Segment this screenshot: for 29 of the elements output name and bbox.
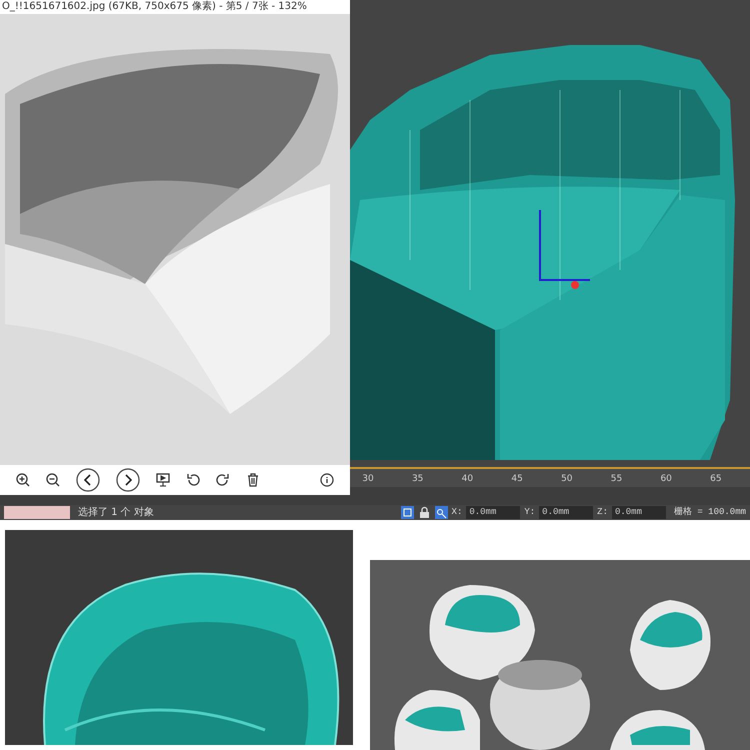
- window-title: O_!!1651671602.jpg (67KB, 750x675 像素) - 第5 / 7张 - 132%: [1, 0, 308, 14]
- status-swatch: [4, 506, 70, 519]
- coordinate-field[interactable]: 0.0mm: [612, 506, 666, 520]
- axis-label: Y:: [524, 506, 536, 519]
- delete-icon[interactable]: [246, 473, 260, 487]
- status-prompt: 选择了 1 个 对象: [78, 506, 154, 520]
- rotate-right-icon[interactable]: [216, 473, 230, 487]
- ruler-label: 40: [462, 473, 474, 486]
- lock-icon[interactable]: [418, 506, 431, 519]
- zoom-out-icon[interactable]: [46, 473, 60, 487]
- coordinate-field[interactable]: 0.0mm: [466, 506, 520, 520]
- zoom-in-icon[interactable]: [16, 473, 30, 487]
- ruler-label: 60: [660, 473, 672, 486]
- coordinate-field[interactable]: 0.0mm: [539, 506, 594, 520]
- grid-size: 栅格 = 100.0mm: [674, 506, 746, 519]
- previous-icon[interactable]: [76, 468, 100, 492]
- slideshow-icon[interactable]: [156, 473, 170, 487]
- ruler-label: 55: [610, 473, 622, 486]
- axis-label: Z:: [597, 506, 608, 519]
- next-icon[interactable]: [116, 468, 140, 492]
- ruler-label: 30: [362, 473, 374, 486]
- ruler-label: 50: [561, 473, 573, 486]
- ruler-label: 45: [511, 473, 523, 486]
- axis-label: X:: [452, 506, 462, 519]
- selection-icon[interactable]: [400, 506, 414, 519]
- info-icon[interactable]: [320, 473, 334, 487]
- ruler-label: 35: [412, 473, 424, 486]
- rotate-left-icon[interactable]: [186, 473, 200, 487]
- ruler-label: 65: [710, 473, 722, 486]
